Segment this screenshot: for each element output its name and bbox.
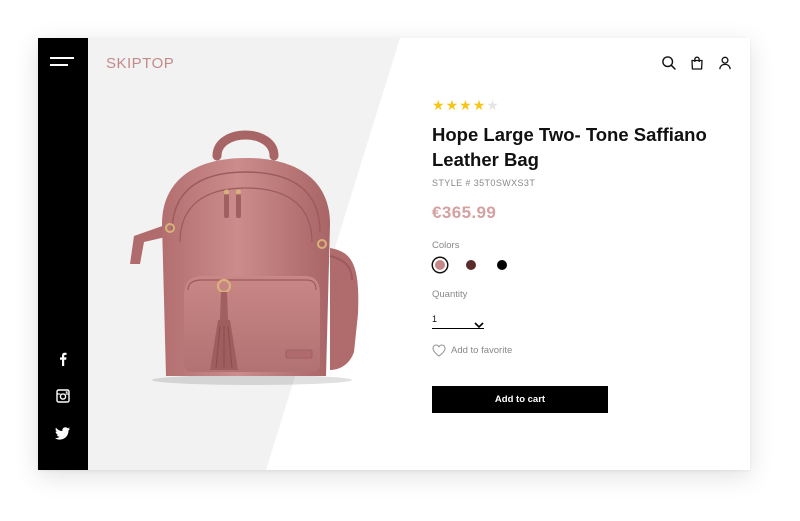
product-image <box>124 114 360 386</box>
rating-stars: ★★★★★ <box>432 98 500 112</box>
star-icon: ★ <box>459 97 473 113</box>
menu-icon[interactable] <box>50 57 76 67</box>
search-icon[interactable] <box>661 55 677 71</box>
quantity-value: 1 <box>432 314 438 324</box>
star-icon: ★ <box>486 97 500 113</box>
user-icon[interactable] <box>717 55 733 71</box>
star-icon: ★ <box>432 97 446 113</box>
heart-icon <box>432 344 446 362</box>
style-number: STYLE # 35T0SWXS3T <box>432 178 536 188</box>
sidebar <box>38 38 88 470</box>
product-price: €365.99 <box>432 203 497 222</box>
quantity-label: Quantity <box>432 289 468 300</box>
chevron-down-icon <box>474 316 484 334</box>
color-swatch[interactable] <box>466 260 476 270</box>
facebook-icon[interactable] <box>55 351 71 367</box>
instagram-icon[interactable] <box>55 388 71 404</box>
brand-logo[interactable]: SKIPTOP <box>106 55 174 72</box>
star-icon: ★ <box>472 97 487 113</box>
twitter-icon[interactable] <box>55 425 71 441</box>
bag-icon[interactable] <box>689 55 705 71</box>
product-page: SKIPTOP ★★★★★ Hope Large Two- Tone Saffi… <box>38 38 750 470</box>
quantity-select[interactable]: 1 <box>432 314 484 329</box>
color-swatch[interactable] <box>497 260 507 270</box>
product-title: Hope Large Two- Tone Saffiano Leather Ba… <box>432 124 707 170</box>
add-to-cart-button[interactable]: Add to cart <box>432 386 608 413</box>
color-swatch[interactable] <box>435 260 445 270</box>
star-icon: ★ <box>445 97 460 113</box>
colors-label: Colors <box>432 240 460 251</box>
favorite-label: Add to favorite <box>451 345 513 356</box>
